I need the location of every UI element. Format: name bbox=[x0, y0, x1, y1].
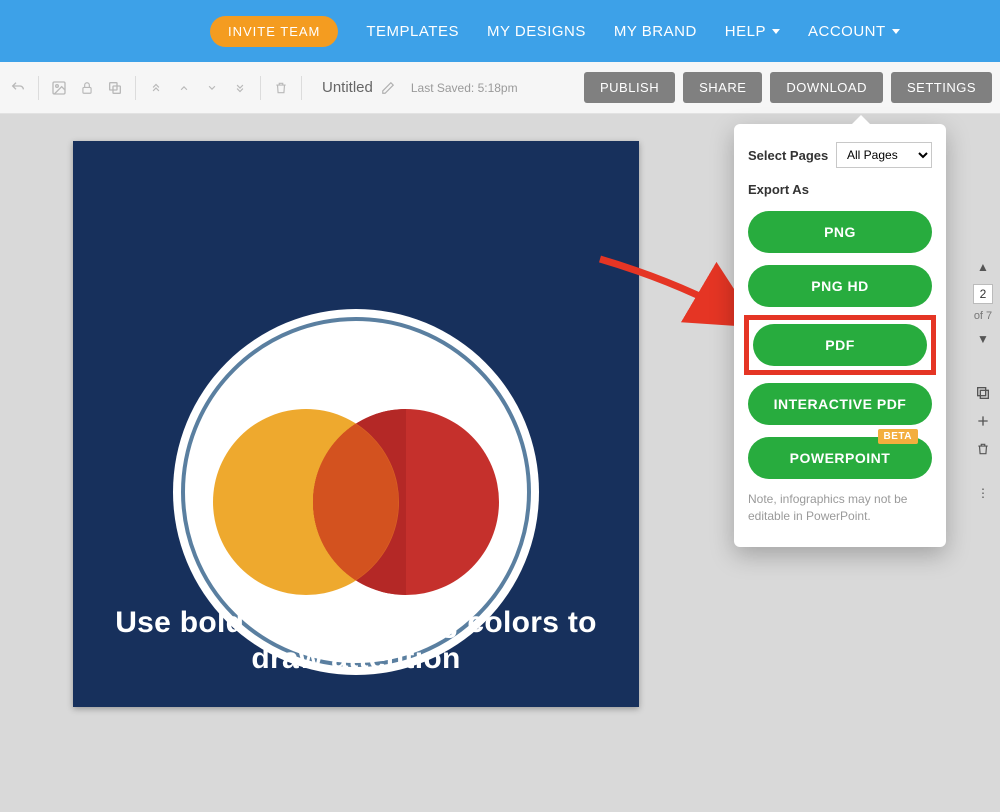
export-pdf-button[interactable]: PDF bbox=[753, 324, 927, 366]
undo-icon[interactable] bbox=[8, 78, 28, 98]
toolbar: Untitled Last Saved: 5:18pm PUBLISH SHAR… bbox=[0, 62, 1000, 114]
venn-diagram bbox=[213, 409, 499, 595]
select-pages-label: Select Pages bbox=[748, 148, 828, 163]
down-icon[interactable] bbox=[202, 78, 222, 98]
top-nav: INVITE TEAM TEMPLATES MY DESIGNS MY BRAN… bbox=[0, 0, 1000, 62]
document-title[interactable]: Untitled bbox=[322, 79, 395, 96]
export-note: Note, infographics may not be editable i… bbox=[748, 491, 932, 525]
page-down-icon[interactable]: ▼ bbox=[972, 328, 994, 350]
copy-icon[interactable] bbox=[105, 78, 125, 98]
page-up-icon[interactable]: ▲ bbox=[972, 256, 994, 278]
add-page-icon[interactable] bbox=[972, 410, 994, 432]
page-tools: ▲ 2 of 7 ▼ ⋮ bbox=[966, 256, 1000, 504]
settings-button[interactable]: SETTINGS bbox=[891, 72, 992, 103]
canvas-headline: Use bold or contrasting colors to draw a… bbox=[73, 605, 639, 677]
workspace: Use bold or contrasting colors to draw a… bbox=[0, 114, 1000, 812]
last-saved-text: Last Saved: 5:18pm bbox=[411, 81, 518, 95]
pages-select[interactable]: All Pages bbox=[836, 142, 932, 168]
page-total: of 7 bbox=[974, 310, 992, 322]
pdf-highlight: PDF bbox=[744, 315, 936, 375]
trash-icon[interactable] bbox=[271, 78, 291, 98]
more-icon[interactable]: ⋮ bbox=[972, 482, 994, 504]
page-number[interactable]: 2 bbox=[973, 284, 993, 304]
design-canvas[interactable]: Use bold or contrasting colors to draw a… bbox=[73, 141, 639, 707]
publish-button[interactable]: PUBLISH bbox=[584, 72, 675, 103]
toolbar-actions: PUBLISH SHARE DOWNLOAD SETTINGS bbox=[584, 72, 992, 103]
chevron-down-icon bbox=[772, 29, 780, 34]
nav-help-label: HELP bbox=[725, 23, 766, 40]
edit-icon bbox=[381, 81, 395, 95]
share-button[interactable]: SHARE bbox=[683, 72, 762, 103]
nav-help[interactable]: HELP bbox=[725, 23, 780, 40]
invite-team-button[interactable]: INVITE TEAM bbox=[210, 16, 338, 47]
export-interactive-pdf-button[interactable]: INTERACTIVE PDF bbox=[748, 383, 932, 425]
double-up-icon[interactable] bbox=[146, 78, 166, 98]
powerpoint-label: POWERPOINT bbox=[790, 450, 891, 466]
export-png-hd-button[interactable]: PNG HD bbox=[748, 265, 932, 307]
download-panel: Select Pages All Pages Export As PNG PNG… bbox=[734, 124, 946, 547]
nav-templates[interactable]: TEMPLATES bbox=[366, 23, 459, 40]
toolbar-left: Untitled Last Saved: 5:18pm bbox=[8, 76, 518, 100]
export-as-label: Export As bbox=[748, 182, 932, 197]
nav-my-designs[interactable]: MY DESIGNS bbox=[487, 23, 586, 40]
beta-badge: BETA bbox=[878, 429, 918, 444]
doc-title-text: Untitled bbox=[322, 79, 373, 96]
chevron-down-icon bbox=[892, 29, 900, 34]
download-button[interactable]: DOWNLOAD bbox=[770, 72, 883, 103]
nav-account-label: ACCOUNT bbox=[808, 23, 886, 40]
export-powerpoint-button[interactable]: BETA POWERPOINT bbox=[748, 437, 932, 479]
double-down-icon[interactable] bbox=[230, 78, 250, 98]
up-icon[interactable] bbox=[174, 78, 194, 98]
export-png-button[interactable]: PNG bbox=[748, 211, 932, 253]
image-icon[interactable] bbox=[49, 78, 69, 98]
delete-page-icon[interactable] bbox=[972, 438, 994, 460]
lock-icon[interactable] bbox=[77, 78, 97, 98]
nav-account[interactable]: ACCOUNT bbox=[808, 23, 900, 40]
nav-my-brand[interactable]: MY BRAND bbox=[614, 23, 697, 40]
duplicate-page-icon[interactable] bbox=[972, 382, 994, 404]
